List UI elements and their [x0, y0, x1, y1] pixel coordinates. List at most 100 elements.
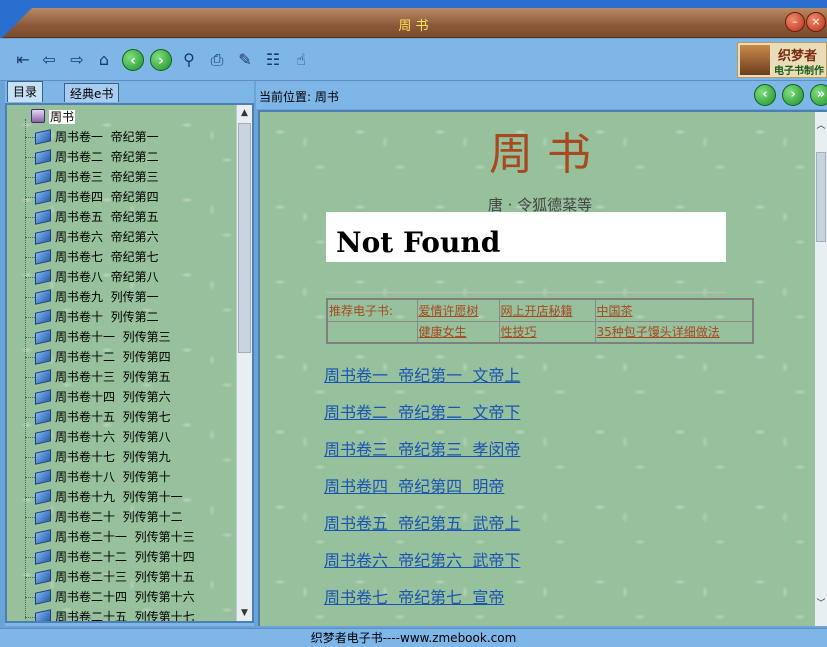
- recommend-link[interactable]: 35种包子馒头详细做法: [597, 325, 720, 339]
- prev-chapter-button[interactable]: ‹: [754, 84, 776, 106]
- tree-item[interactable]: 周书卷十四 列传第六: [35, 387, 171, 407]
- recommend-link[interactable]: 爱情许愿树: [419, 304, 479, 318]
- tree-item[interactable]: 周书卷二十 列传第十二: [35, 507, 183, 527]
- book-icon: [35, 549, 51, 565]
- toolbar: ⇤ ⇦ ⇨ ⌂ ‹ › ⚲ ⎙ ✎ ☷ ☝ 织梦者 电子书制作: [0, 39, 827, 81]
- options-icon[interactable]: ☷: [262, 49, 284, 71]
- more-button[interactable]: »: [810, 84, 827, 106]
- tree-item[interactable]: 周书卷二十四 列传第十六: [35, 587, 195, 607]
- recommend-label: 推荐电子书:: [326, 298, 418, 322]
- toc-tree: 周书 周书卷一 帝纪第一 周书卷二 帝纪第二 周书卷三 帝纪第三 周书卷四 帝纪第四周…: [5, 103, 254, 623]
- tree-connector: [25, 537, 35, 538]
- tree-item-label: 周书卷二十四 列传第十六: [55, 590, 195, 604]
- forward-arrow-icon[interactable]: ⇨: [66, 49, 88, 71]
- tree-item[interactable]: 周书卷七 帝纪第七: [35, 247, 159, 267]
- back-arrow-icon[interactable]: ⇦: [38, 49, 60, 71]
- recommend-link[interactable]: 健康女生: [419, 325, 467, 339]
- tree-item[interactable]: 周书卷二十三 列传第十五: [35, 567, 195, 587]
- book-title: 周 书: [489, 129, 591, 180]
- scroll-down-icon[interactable]: ▼: [237, 605, 252, 621]
- tree-item[interactable]: 周书卷二 帝纪第二: [35, 147, 159, 167]
- tree-item-label: 周书卷十 列传第二: [55, 310, 159, 324]
- tab-classic-ebooks[interactable]: 经典e书: [64, 83, 120, 102]
- tree-item-label: 周书卷十一 列传第三: [55, 330, 171, 344]
- book-icon: [35, 169, 51, 185]
- tree-item[interactable]: 周书卷八 帝纪第八: [35, 267, 159, 287]
- tree-item[interactable]: 周书卷六 帝纪第六: [35, 227, 159, 247]
- edit-icon[interactable]: ✎: [234, 49, 256, 71]
- exit-icon[interactable]: ⇤: [12, 49, 34, 71]
- tree-item[interactable]: 周书卷四 帝纪第四: [35, 187, 159, 207]
- tree-root-label: 周书: [49, 110, 76, 124]
- chapter-link[interactable]: 周书卷五 帝纪第五 武帝上: [324, 510, 520, 534]
- tab-contents[interactable]: 目录: [7, 81, 44, 102]
- chapter-link[interactable]: 周书卷四 帝纪第四 明帝: [324, 473, 504, 497]
- find-icon[interactable]: ⚲: [178, 49, 200, 71]
- home-icon[interactable]: ⌂: [93, 49, 115, 71]
- recommend-link[interactable]: 中国茶: [597, 304, 633, 318]
- tree-connector: [25, 337, 35, 338]
- tree-connector: [25, 577, 35, 578]
- tree-item[interactable]: 周书卷九 列传第一: [35, 287, 159, 307]
- tree-connector: [25, 477, 35, 478]
- prev-page-icon[interactable]: ‹: [122, 49, 144, 71]
- tree-item[interactable]: 周书卷十九 列传第十一: [35, 487, 183, 507]
- recommend-table: 推荐电子书: 爱情许愿树 网上开店秘籍 中国茶 健康女生 性技巧 35种包子馒头…: [326, 298, 754, 344]
- tree-item[interactable]: 周书卷十 列传第二: [35, 307, 159, 327]
- next-page-icon[interactable]: ›: [150, 49, 172, 71]
- pointer-icon[interactable]: ☝: [290, 49, 312, 71]
- tree-item[interactable]: 周书卷五 帝纪第五: [35, 207, 159, 227]
- book-icon: [35, 269, 51, 285]
- left-panel: 目录 经典e书 周书 周书卷一 帝纪第一 周书卷二 帝纪第二 周书卷三 帝纪第三 周书…: [5, 81, 254, 626]
- tree-item[interactable]: 周书卷十七 列传第九: [35, 447, 171, 467]
- book-icon: [35, 149, 51, 165]
- tree-item[interactable]: 周书卷二十二 列传第十四: [35, 547, 195, 567]
- tree-connector: [25, 377, 35, 378]
- scroll-up-icon[interactable]: ▲: [237, 105, 252, 121]
- print-icon[interactable]: ⎙: [206, 49, 228, 71]
- window-title: 周 书: [398, 19, 429, 34]
- next-chapter-button[interactable]: ›: [782, 84, 804, 106]
- book-icon: [35, 209, 51, 225]
- tree-item[interactable]: 周书卷十三 列传第五: [35, 367, 171, 387]
- tree-item-label: 周书卷九 列传第一: [55, 290, 159, 304]
- tree-connector: [25, 237, 35, 238]
- chapter-link[interactable]: 周书卷二 帝纪第二 文帝下: [324, 399, 520, 423]
- chapter-link[interactable]: 周书卷七 帝纪第七 宣帝: [324, 584, 504, 608]
- book-icon: [35, 189, 51, 205]
- tree-connector: [25, 437, 35, 438]
- toc-scrollbar[interactable]: ▲ ▼: [236, 105, 252, 621]
- brand-logo: 织梦者 电子书制作: [737, 42, 827, 78]
- tree-item[interactable]: 周书卷二十五 列传第十七: [35, 607, 195, 621]
- tree-item[interactable]: 周书卷三 帝纪第三: [35, 167, 159, 187]
- content-scroll-thumb[interactable]: [816, 152, 826, 242]
- tree-root[interactable]: 周书: [31, 107, 76, 127]
- close-button[interactable]: ×: [806, 12, 826, 32]
- tree-item[interactable]: 周书卷十八 列传第十: [35, 467, 171, 487]
- content-scroll-up-icon[interactable]: ︿: [815, 118, 827, 134]
- tree-connector: [25, 197, 35, 198]
- title-bar: 周 书 – ×: [0, 8, 827, 38]
- tree-item[interactable]: 周书卷十一 列传第三: [35, 327, 171, 347]
- chapter-link[interactable]: 周书卷一 帝纪第一 文帝上: [324, 362, 520, 386]
- tree-item[interactable]: 周书卷二十一 列传第十三: [35, 527, 195, 547]
- tree-connector: [25, 397, 35, 398]
- chapter-link[interactable]: 周书卷六 帝纪第六 武帝下: [324, 547, 520, 571]
- recommend-link[interactable]: 网上开店秘籍: [501, 304, 573, 318]
- tree-item[interactable]: 周书卷十六 列传第八: [35, 427, 171, 447]
- chapter-link[interactable]: 周书卷三 帝纪第三 孝闵帝: [324, 436, 520, 460]
- tree-item[interactable]: 周书卷十二 列传第四: [35, 347, 171, 367]
- tree-item[interactable]: 周书卷十五 列传第七: [35, 407, 171, 427]
- content-scroll-down-icon[interactable]: ﹀: [815, 596, 827, 612]
- recommend-link[interactable]: 性技巧: [501, 325, 537, 339]
- scroll-thumb[interactable]: [238, 123, 251, 353]
- tree-connector: [25, 497, 35, 498]
- chapter-link[interactable]: 周书卷八 帝纪第八 静帝: [324, 621, 504, 626]
- content-scrollbar[interactable]: ︿ ﹀: [815, 112, 827, 626]
- top-strip: [0, 0, 827, 8]
- tree-connector: [25, 617, 35, 618]
- tree-connector: [25, 257, 35, 258]
- tree-item[interactable]: 周书卷一 帝纪第一: [35, 127, 159, 147]
- tree-connector: [25, 357, 35, 358]
- minimize-button[interactable]: –: [785, 12, 805, 32]
